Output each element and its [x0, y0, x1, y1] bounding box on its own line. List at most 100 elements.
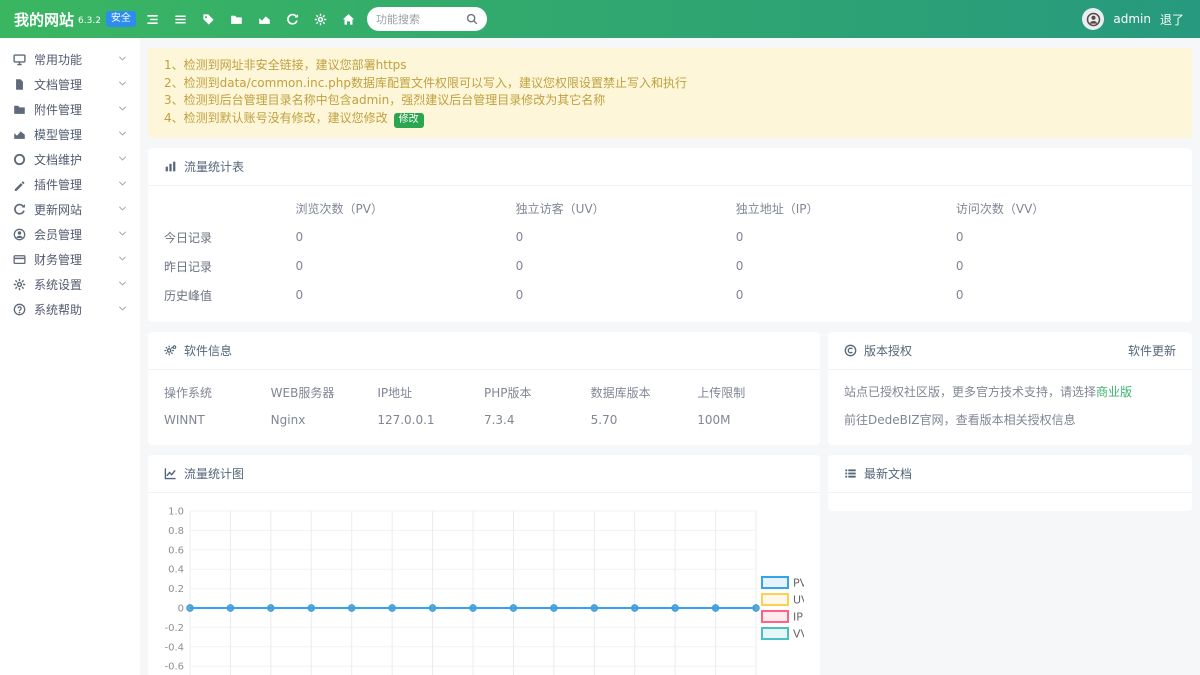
- sidebar-item-label: 插件管理: [34, 176, 82, 193]
- sidebar-item-settings[interactable]: 系统设置: [0, 272, 140, 297]
- legend-item-UV[interactable]: UV: [762, 593, 804, 606]
- svg-text:-0.6: -0.6: [164, 661, 184, 672]
- traffic-stats-header: 流量统计表: [148, 148, 1192, 186]
- copyright-icon: [844, 344, 857, 357]
- traffic-col-header: 独立访客（UV）: [516, 194, 736, 223]
- redo-icon: [13, 203, 26, 216]
- sidebar-item-label: 附件管理: [34, 101, 82, 118]
- sidebar-item-label: 文档管理: [34, 76, 82, 93]
- license-card: 版本授权 软件更新 站点已授权社区版，更多官方技术支持，请选择商业版 前往Ded…: [828, 332, 1192, 445]
- software-col-header: 数据库版本: [591, 378, 698, 407]
- traffic-value: 0: [956, 281, 1176, 310]
- site-logo[interactable]: 我的网站: [14, 9, 74, 30]
- menu-icon[interactable]: [174, 13, 187, 26]
- sidebar-item-update[interactable]: 更新网站: [0, 197, 140, 222]
- traffic-value: 0: [296, 252, 516, 281]
- chevron-down-icon: [118, 255, 127, 264]
- list-icon: [844, 467, 857, 480]
- credit-card-icon: [13, 253, 26, 266]
- fix-button[interactable]: 修改: [394, 113, 424, 128]
- traffic-chart-header: 流量统计图: [148, 455, 820, 493]
- circle-icon: [13, 153, 26, 166]
- traffic-value: 0: [956, 252, 1176, 281]
- svg-text:0.8: 0.8: [168, 525, 184, 536]
- traffic-value: 0: [296, 281, 516, 310]
- chevron-down-icon: [118, 130, 127, 139]
- traffic-value: 0: [956, 223, 1176, 252]
- software-value: WINNT: [164, 407, 271, 433]
- svg-text:PV: PV: [793, 576, 804, 589]
- security-badge[interactable]: 安全: [106, 11, 136, 27]
- traffic-value: 0: [516, 252, 736, 281]
- traffic-row: 今日记录0000: [164, 223, 1176, 252]
- traffic-value: 0: [736, 281, 956, 310]
- sidebar-item-label: 会员管理: [34, 226, 82, 243]
- sidebar-item-attachment[interactable]: 附件管理: [0, 97, 140, 122]
- sidebar-item-label: 常用功能: [34, 51, 82, 68]
- tag-icon[interactable]: [202, 13, 215, 26]
- svg-text:VV: VV: [793, 627, 804, 640]
- chevron-down-icon: [118, 180, 127, 189]
- software-col-header: IP地址: [377, 378, 484, 407]
- svg-text:-0.4: -0.4: [164, 642, 184, 653]
- warning-line: 3、检测到后台管理目录名称中包含admin，强烈建议后台管理目录修改为其它名称: [164, 92, 1176, 110]
- commercial-version-link[interactable]: 商业版: [1096, 385, 1132, 399]
- username[interactable]: admin: [1113, 12, 1151, 26]
- header-right: admin 退了: [1082, 8, 1200, 30]
- license-line2: 前往DedeBIZ官网，查看版本相关授权信息: [844, 411, 1176, 428]
- gear-icon[interactable]: [314, 13, 327, 26]
- legend-item-PV[interactable]: PV: [762, 576, 804, 589]
- redo-icon[interactable]: [286, 13, 299, 26]
- avatar[interactable]: [1082, 8, 1104, 30]
- svg-text:0.2: 0.2: [168, 584, 184, 595]
- search-icon[interactable]: [466, 13, 478, 25]
- cogs-icon: [164, 344, 177, 357]
- chart-area-icon: [13, 128, 26, 141]
- search-input[interactable]: [376, 13, 466, 26]
- sidebar-item-label: 系统帮助: [34, 301, 82, 318]
- software-info-card: 软件信息 操作系统WEB服务器IP地址PHP版本数据库版本上传限制WINNTNg…: [148, 332, 820, 445]
- traffic-value: 0: [516, 281, 736, 310]
- sidebar-item-model[interactable]: 模型管理: [0, 122, 140, 147]
- svg-text:0.4: 0.4: [168, 564, 184, 575]
- software-col-header: WEB服务器: [271, 378, 378, 407]
- home-icon[interactable]: [342, 13, 355, 26]
- software-info-header: 软件信息: [148, 332, 820, 370]
- sidebar-item-finance[interactable]: 财务管理: [0, 247, 140, 272]
- header-toolbar: [146, 13, 355, 26]
- software-info-title: 软件信息: [184, 342, 232, 359]
- sidebar-item-member[interactable]: 会员管理: [0, 222, 140, 247]
- search-box[interactable]: [367, 7, 487, 31]
- software-update-link[interactable]: 软件更新: [1128, 342, 1176, 359]
- traffic-value: 0: [296, 223, 516, 252]
- bar-chart-icon: [164, 160, 177, 173]
- chart-area-icon[interactable]: [258, 13, 271, 26]
- traffic-chart: 1.00.80.60.40.20-0.2-0.4-0.6-0.8-1.005-2…: [164, 499, 804, 675]
- software-col-header: 上传限制: [697, 378, 804, 407]
- sidebar-item-document[interactable]: 文档管理: [0, 72, 140, 97]
- stream-icon[interactable]: [146, 13, 159, 26]
- sidebar-item-plugin[interactable]: 插件管理: [0, 172, 140, 197]
- traffic-row: 昨日记录0000: [164, 252, 1176, 281]
- legend-item-VV[interactable]: VV: [762, 627, 804, 640]
- sidebar-item-label: 文档维护: [34, 151, 82, 168]
- warning-line: 4、检测到默认账号没有修改，建议您修改修改: [164, 110, 1176, 128]
- software-col-header: PHP版本: [484, 378, 591, 407]
- file-icon: [13, 78, 26, 91]
- chevron-down-icon: [118, 55, 127, 64]
- chevron-down-icon: [118, 305, 127, 314]
- latest-docs-title: 最新文档: [864, 465, 912, 482]
- sidebar-item-help[interactable]: 系统帮助: [0, 297, 140, 322]
- traffic-col-header: 浏览次数（PV）: [296, 194, 516, 223]
- sidebar-item-maintain[interactable]: 文档维护: [0, 147, 140, 172]
- chevron-down-icon: [118, 155, 127, 164]
- traffic-chart-area: 1.00.80.60.40.20-0.2-0.4-0.6-0.8-1.005-2…: [148, 493, 820, 675]
- logout-link[interactable]: 退了: [1160, 11, 1184, 28]
- svg-text:UV: UV: [793, 593, 804, 606]
- traffic-row-label: 历史峰值: [164, 281, 296, 310]
- folder-icon[interactable]: [230, 13, 243, 26]
- sidebar-item-common[interactable]: 常用功能: [0, 47, 140, 72]
- license-line1: 站点已授权社区版，更多官方技术支持，请选择商业版: [844, 383, 1176, 400]
- question-icon: [13, 303, 26, 316]
- legend-item-IP[interactable]: IP: [762, 610, 803, 623]
